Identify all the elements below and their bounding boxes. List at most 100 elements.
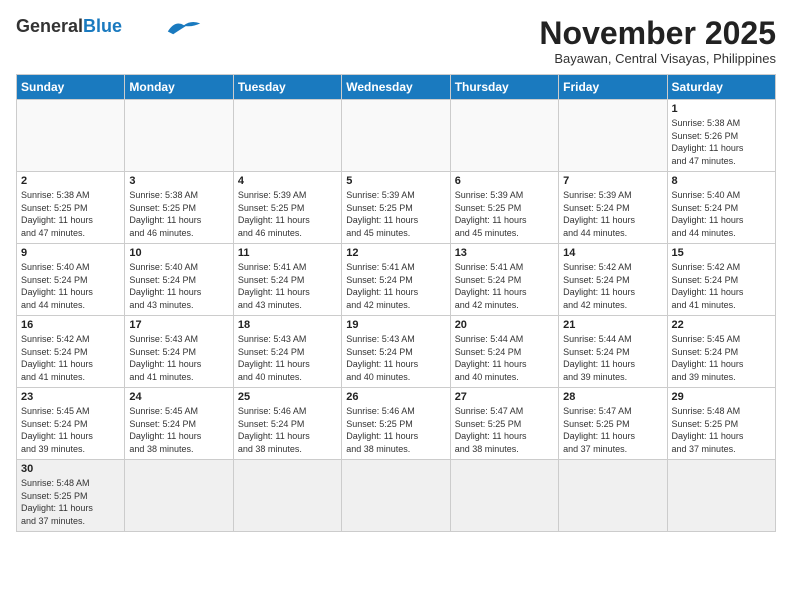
calendar-cell <box>233 100 341 172</box>
calendar-cell: 10Sunrise: 5:40 AM Sunset: 5:24 PM Dayli… <box>125 244 233 316</box>
calendar-cell: 14 Sunrise: 5:42 AM Sunset: 5:24 PM Dayli… <box>559 244 667 316</box>
cell-info: Sunrise: 5:42 AM Sunset: 5:24 PM Dayligh… <box>672 261 771 311</box>
day-number: 14 <box>563 247 662 259</box>
day-number: 11 <box>238 247 337 259</box>
day-number: 26 <box>346 391 445 403</box>
calendar-week-6: 30 Sunrise: 5:48 AM Sunset: 5:25 PM Dayli… <box>17 460 776 532</box>
calendar-cell <box>559 460 667 532</box>
day-header-sunday: Sunday <box>17 75 125 100</box>
calendar-cell: 27 Sunrise: 5:47 AM Sunset: 5:25 PM Dayli… <box>450 388 558 460</box>
calendar-cell: 23 Sunrise: 5:45 AM Sunset: 5:24 PM Dayli… <box>17 388 125 460</box>
calendar-cell: 9Sunrise: 5:40 AM Sunset: 5:24 PM Daylig… <box>17 244 125 316</box>
calendar-week-2: 2 Sunrise: 5:38 AM Sunset: 5:25 PM Daylig… <box>17 172 776 244</box>
cell-info: Sunrise: 5:46 AM Sunset: 5:24 PM Dayligh… <box>238 405 337 455</box>
calendar-week-4: 16 Sunrise: 5:42 AM Sunset: 5:24 PM Dayli… <box>17 316 776 388</box>
calendar-body: 1 Sunrise: 5:38 AM Sunset: 5:26 PM Daylig… <box>17 100 776 532</box>
cell-info: Sunrise: 5:38 AM Sunset: 5:25 PM Dayligh… <box>129 189 228 239</box>
logo-text: GeneralBlue <box>16 17 122 35</box>
calendar-cell <box>342 100 450 172</box>
day-number: 16 <box>21 319 120 331</box>
calendar-header-row: SundayMondayTuesdayWednesdayThursdayFrid… <box>17 75 776 100</box>
day-number: 21 <box>563 319 662 331</box>
logo: GeneralBlue <box>16 16 202 36</box>
day-number: 17 <box>129 319 228 331</box>
cell-info: Sunrise: 5:39 AM Sunset: 5:25 PM Dayligh… <box>455 189 554 239</box>
logo-bird-icon <box>166 18 202 36</box>
cell-info: Sunrise: 5:48 AM Sunset: 5:25 PM Dayligh… <box>672 405 771 455</box>
cell-info: Sunrise: 5:41 AM Sunset: 5:24 PM Dayligh… <box>238 261 337 311</box>
day-number: 29 <box>672 391 771 403</box>
calendar-cell: 22 Sunrise: 5:45 AM Sunset: 5:24 PM Dayli… <box>667 316 775 388</box>
calendar-cell: 7 Sunrise: 5:39 AM Sunset: 5:24 PM Daylig… <box>559 172 667 244</box>
calendar-cell <box>233 460 341 532</box>
calendar-table: SundayMondayTuesdayWednesdayThursdayFrid… <box>16 74 776 532</box>
calendar-cell <box>17 100 125 172</box>
day-number: 12 <box>346 247 445 259</box>
calendar-cell: 21 Sunrise: 5:44 AM Sunset: 5:24 PM Dayli… <box>559 316 667 388</box>
cell-info: Sunrise: 5:46 AM Sunset: 5:25 PM Dayligh… <box>346 405 445 455</box>
day-number: 1 <box>672 103 771 115</box>
day-number: 30 <box>21 463 120 475</box>
cell-info: Sunrise: 5:47 AM Sunset: 5:25 PM Dayligh… <box>455 405 554 455</box>
day-number: 2 <box>21 175 120 187</box>
calendar-cell <box>559 100 667 172</box>
cell-info: Sunrise: 5:39 AM Sunset: 5:25 PM Dayligh… <box>346 189 445 239</box>
title-area: November 2025 Bayawan, Central Visayas, … <box>539 16 776 66</box>
calendar-cell <box>125 100 233 172</box>
calendar-cell: 6Sunrise: 5:39 AM Sunset: 5:25 PM Daylig… <box>450 172 558 244</box>
calendar-cell <box>125 460 233 532</box>
cell-info: Sunrise: 5:45 AM Sunset: 5:24 PM Dayligh… <box>129 405 228 455</box>
cell-info: Sunrise: 5:42 AM Sunset: 5:24 PM Dayligh… <box>21 333 120 383</box>
cell-info: Sunrise: 5:40 AM Sunset: 5:24 PM Dayligh… <box>672 189 771 239</box>
cell-info: Sunrise: 5:38 AM Sunset: 5:26 PM Dayligh… <box>672 117 771 167</box>
calendar-cell: 12Sunrise: 5:41 AM Sunset: 5:24 PM Dayli… <box>342 244 450 316</box>
cell-info: Sunrise: 5:48 AM Sunset: 5:25 PM Dayligh… <box>21 477 120 527</box>
day-number: 3 <box>129 175 228 187</box>
calendar-cell: 5 Sunrise: 5:39 AM Sunset: 5:25 PM Daylig… <box>342 172 450 244</box>
calendar-cell: 28 Sunrise: 5:47 AM Sunset: 5:25 PM Dayli… <box>559 388 667 460</box>
calendar-cell: 11 Sunrise: 5:41 AM Sunset: 5:24 PM Dayli… <box>233 244 341 316</box>
cell-info: Sunrise: 5:44 AM Sunset: 5:24 PM Dayligh… <box>563 333 662 383</box>
calendar-cell: 29 Sunrise: 5:48 AM Sunset: 5:25 PM Dayli… <box>667 388 775 460</box>
cell-info: Sunrise: 5:43 AM Sunset: 5:24 PM Dayligh… <box>238 333 337 383</box>
calendar-cell: 20Sunrise: 5:44 AM Sunset: 5:24 PM Dayli… <box>450 316 558 388</box>
cell-info: Sunrise: 5:45 AM Sunset: 5:24 PM Dayligh… <box>672 333 771 383</box>
calendar-cell: 18 Sunrise: 5:43 AM Sunset: 5:24 PM Dayli… <box>233 316 341 388</box>
calendar-cell: 26 Sunrise: 5:46 AM Sunset: 5:25 PM Dayli… <box>342 388 450 460</box>
calendar-cell: 2 Sunrise: 5:38 AM Sunset: 5:25 PM Daylig… <box>17 172 125 244</box>
day-number: 22 <box>672 319 771 331</box>
day-number: 18 <box>238 319 337 331</box>
calendar-cell: 4Sunrise: 5:39 AM Sunset: 5:25 PM Daylig… <box>233 172 341 244</box>
day-number: 5 <box>346 175 445 187</box>
cell-info: Sunrise: 5:45 AM Sunset: 5:24 PM Dayligh… <box>21 405 120 455</box>
day-number: 25 <box>238 391 337 403</box>
calendar-cell <box>450 100 558 172</box>
day-number: 24 <box>129 391 228 403</box>
cell-info: Sunrise: 5:47 AM Sunset: 5:25 PM Dayligh… <box>563 405 662 455</box>
calendar-week-5: 23 Sunrise: 5:45 AM Sunset: 5:24 PM Dayli… <box>17 388 776 460</box>
cell-info: Sunrise: 5:39 AM Sunset: 5:24 PM Dayligh… <box>563 189 662 239</box>
day-header-tuesday: Tuesday <box>233 75 341 100</box>
day-number: 13 <box>455 247 554 259</box>
calendar-cell: 19 Sunrise: 5:43 AM Sunset: 5:24 PM Dayli… <box>342 316 450 388</box>
calendar-cell: 3 Sunrise: 5:38 AM Sunset: 5:25 PM Daylig… <box>125 172 233 244</box>
day-number: 9 <box>21 247 120 259</box>
day-number: 20 <box>455 319 554 331</box>
cell-info: Sunrise: 5:42 AM Sunset: 5:24 PM Dayligh… <box>563 261 662 311</box>
day-number: 19 <box>346 319 445 331</box>
day-number: 28 <box>563 391 662 403</box>
location-text: Bayawan, Central Visayas, Philippines <box>539 51 776 66</box>
cell-info: Sunrise: 5:40 AM Sunset: 5:24 PM Dayligh… <box>129 261 228 311</box>
day-number: 4 <box>238 175 337 187</box>
day-header-saturday: Saturday <box>667 75 775 100</box>
day-header-thursday: Thursday <box>450 75 558 100</box>
day-header-wednesday: Wednesday <box>342 75 450 100</box>
page-header: GeneralBlue November 2025 Bayawan, Centr… <box>16 16 776 66</box>
day-number: 7 <box>563 175 662 187</box>
calendar-week-3: 9 Sunrise: 5:40 AM Sunset: 5:24 PM Daylig… <box>17 244 776 316</box>
day-number: 23 <box>21 391 120 403</box>
day-number: 27 <box>455 391 554 403</box>
day-number: 8 <box>672 175 771 187</box>
cell-info: Sunrise: 5:43 AM Sunset: 5:24 PM Dayligh… <box>346 333 445 383</box>
cell-info: Sunrise: 5:38 AM Sunset: 5:25 PM Dayligh… <box>21 189 120 239</box>
